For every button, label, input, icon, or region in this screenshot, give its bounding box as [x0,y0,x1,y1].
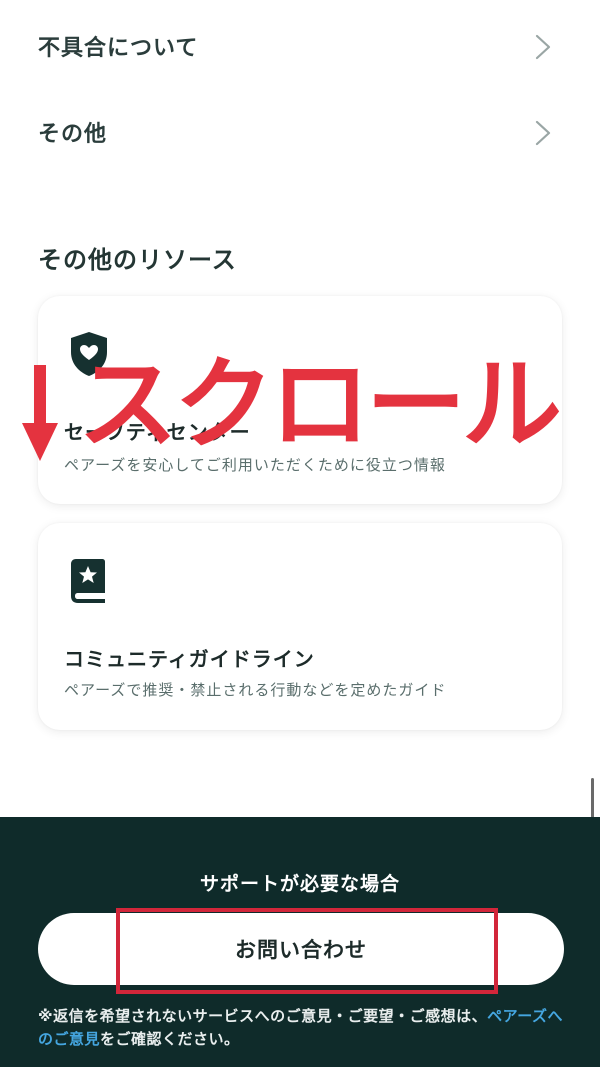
support-heading: サポートが必要な場合 [199,873,400,895]
note-suffix: をご確認ください。 [100,1030,240,1048]
support-note: ※返信を希望されないサービスへのご意見・ご要望・ご感想は、ペアーズへのご意見をご… [38,1005,568,1051]
menu-item-other[interactable]: その他 [0,102,600,162]
support-panel: サポートが必要な場合 お問い合わせ ※返信を希望されないサービスへのご意見・ご要… [0,817,600,1067]
scrollbar[interactable] [591,778,594,818]
note-prefix: ※返信を希望されないサービスへのご意見・ご要望・ご感想は、 [38,1007,488,1025]
book-star-icon [71,559,105,603]
menu-item-label: その他 [38,122,108,147]
menu-item-label: 不具合について [38,36,199,61]
chevron-right-icon [535,120,551,146]
arrow-down-icon [22,365,58,461]
card-community-guidelines[interactable]: コミュニティガイドライン ペアーズで推奨・禁止される行動などを定めたガイド [38,523,562,730]
highlight-box [116,908,498,994]
scroll-annotation: スクロール [78,346,562,463]
chevron-right-icon [535,34,551,60]
section-title: その他のリソース [38,246,237,274]
menu-item-bug-report[interactable]: 不具合について [0,16,600,76]
card-description: ペアーズで推奨・禁止される行動などを定めたガイド [64,681,447,699]
card-title: コミュニティガイドライン [64,647,315,671]
